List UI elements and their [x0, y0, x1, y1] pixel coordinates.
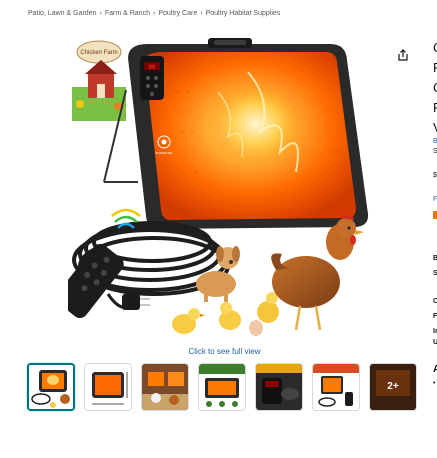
main-product-image[interactable]: Chicken Farm 88 BUSHOUSE — [56, 32, 386, 344]
price-symbol: $ — [433, 172, 437, 179]
puppy-illustration — [196, 246, 240, 302]
detail-label: Ir — [433, 328, 437, 335]
product-title-line: C — [433, 40, 437, 55]
product-title-line: F — [433, 60, 437, 75]
info-link[interactable]: F — [433, 196, 437, 203]
product-title-line: C — [433, 80, 437, 95]
hen-illustration — [271, 214, 364, 331]
main-product-image-illustration: Chicken Farm 88 BUSHOUSE — [56, 38, 369, 336]
badge-text: Chicken Farm — [80, 50, 117, 56]
breadcrumb-item-patio-lawn-garden[interactable]: Patio, Lawn & Garden — [28, 10, 97, 17]
detail-label: F — [433, 313, 437, 320]
dual-control-thumbnail[interactable] — [255, 363, 303, 411]
bullet-point: • — [433, 380, 436, 387]
more-images-thumbnail[interactable]: 2+ — [369, 363, 417, 411]
heater-panel: 88 BUSHOUSE — [128, 38, 369, 229]
breadcrumb-separator: › — [99, 10, 102, 17]
breadcrumb-item-poultry-care[interactable]: Poultry Care — [158, 10, 197, 17]
rating-line: S — [433, 148, 437, 155]
breadcrumb-separator: › — [152, 10, 156, 17]
about-heading: A — [433, 364, 437, 375]
power-plug — [106, 293, 150, 310]
detail-label: U — [433, 339, 437, 346]
product-title-line: V — [433, 120, 437, 135]
panel-dimensions-thumbnail[interactable] — [84, 363, 132, 411]
more-images-count: 2+ — [387, 381, 399, 392]
share-icon — [398, 49, 408, 61]
easy-to-use-thumbnail[interactable] — [312, 363, 360, 411]
spec-label: S — [433, 270, 437, 277]
product-info-column: C F C F V B S $ F B S C F Ir U A • — [433, 0, 437, 458]
breadcrumb-separator: › — [200, 10, 203, 17]
safety-features-thumbnail[interactable] — [198, 363, 246, 411]
breadcrumb: Patio, Lawn & Garden › Farm & Ranch › Poultr… — [28, 10, 280, 17]
breadcrumb-item-poultry-habitat-supplies[interactable]: Poultry Habitat Supplies — [206, 10, 281, 17]
share-button[interactable] — [396, 48, 410, 62]
breadcrumb-item-farm-ranch[interactable]: Farm & Ranch — [105, 10, 150, 17]
deal-badge — [433, 211, 437, 219]
spec-label: B — [433, 255, 437, 262]
click-to-see-full-view-label: Click to see full view — [188, 347, 261, 356]
click-to-see-full-view-link[interactable]: Click to see full view — [0, 347, 437, 356]
svg-text:88: 88 — [149, 65, 156, 71]
product-main-thumbnail[interactable] — [27, 363, 75, 411]
product-title-line: F — [433, 100, 437, 115]
brand-mark: BUSHOUSE — [156, 151, 173, 155]
coop-usage-thumbnail[interactable] — [141, 363, 189, 411]
detail-label: C — [433, 298, 437, 305]
chicken-farm-badge: Chicken Farm — [72, 40, 126, 121]
brand-store-link[interactable]: B — [433, 138, 437, 145]
